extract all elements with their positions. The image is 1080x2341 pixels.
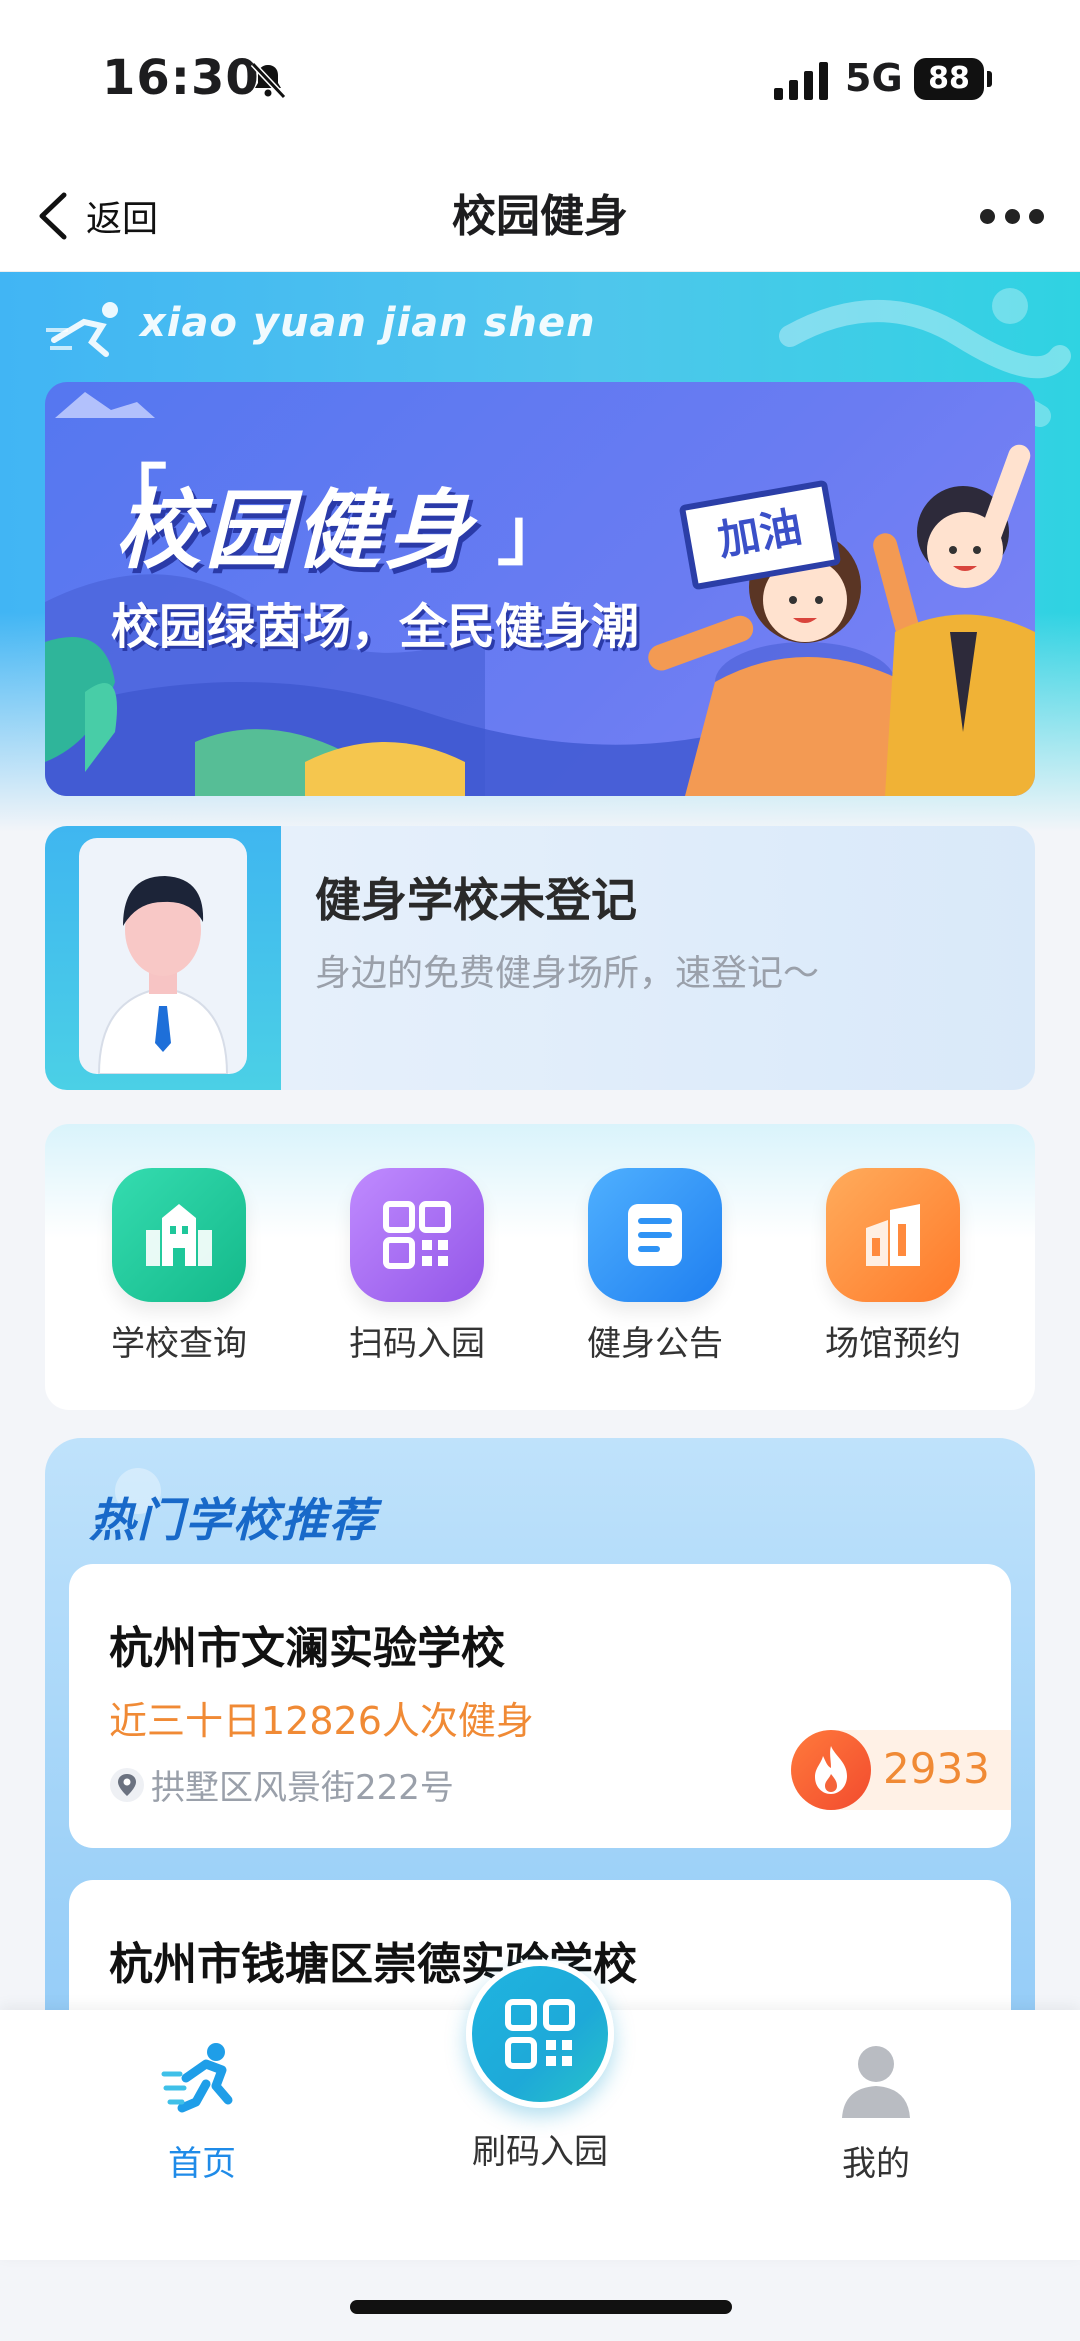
banner-quote-right: 」 bbox=[497, 493, 567, 575]
heat-badge: 2933 bbox=[791, 1730, 1011, 1810]
status-time: 16:30 bbox=[102, 50, 260, 106]
more-dot-icon bbox=[1029, 208, 1044, 224]
signal-icon bbox=[774, 62, 828, 100]
bell-muted-icon bbox=[250, 61, 287, 100]
register-subtitle: 身边的免费健身场所，速登记～ bbox=[315, 953, 820, 994]
quick-action-venue-booking[interactable]: 场馆预约 bbox=[793, 1168, 993, 1365]
avatar bbox=[79, 838, 247, 1074]
quick-actions-panel: 学校查询 扫码入园 健身公告 场馆预约 bbox=[45, 1124, 1035, 1410]
person-avatar-icon bbox=[97, 876, 229, 1074]
quick-action-scan-entry[interactable]: 扫码入园 bbox=[317, 1168, 517, 1365]
battery-tip bbox=[987, 71, 992, 87]
scan-entry-label: 刷码入园 bbox=[472, 2132, 608, 2172]
avatar-frame bbox=[45, 826, 281, 1090]
heat-count: 2933 bbox=[883, 1744, 990, 1793]
hero-banner[interactable]: 「 校园健身 」 校园绿茵场，全民健身潮 加油 bbox=[45, 382, 1035, 796]
location-pin-icon bbox=[110, 1767, 144, 1802]
runner-home-icon bbox=[161, 2043, 233, 2113]
tab-me[interactable]: 我的 bbox=[776, 2038, 976, 2185]
runner-logo-icon bbox=[46, 302, 118, 357]
banner-subtitle: 校园绿茵场，全民健身潮 bbox=[111, 599, 640, 655]
register-title: 健身学校未登记 bbox=[315, 873, 637, 927]
school-name: 杭州市文澜实验学校 bbox=[109, 1623, 505, 1674]
hot-schools-title: 热门学校推荐 bbox=[89, 1493, 377, 1547]
register-school-card[interactable]: 健身学校未登记 身边的免费健身场所，速登记～ bbox=[45, 826, 1035, 1090]
nav-bar: 返回 校园健身 bbox=[0, 160, 1080, 272]
school-building-icon bbox=[112, 1168, 246, 1302]
quick-action-label: 健身公告 bbox=[587, 1324, 723, 1364]
school-address: 拱墅区风景街222号 bbox=[109, 1760, 454, 1809]
school-card[interactable]: 杭州市文澜实验学校 近三十日12826人次健身 拱墅区风景街222号 2933 bbox=[69, 1564, 1011, 1848]
school-visit-stat: 近三十日12826人次健身 bbox=[109, 1699, 534, 1743]
network-type: 5G bbox=[845, 56, 903, 100]
more-dot-icon bbox=[980, 208, 995, 224]
flame-icon bbox=[791, 1730, 871, 1810]
brand-pinyin: xiao yuan jian shen bbox=[140, 300, 596, 346]
home-indicator bbox=[350, 2300, 732, 2314]
qr-code-icon bbox=[350, 1168, 484, 1302]
school-address-text: 拱墅区风景街222号 bbox=[151, 1768, 454, 1808]
tab-home-label: 首页 bbox=[168, 2144, 236, 2184]
quick-action-label: 学校查询 bbox=[111, 1324, 247, 1364]
tab-me-label: 我的 bbox=[842, 2144, 910, 2184]
venue-building-icon bbox=[826, 1168, 960, 1302]
quick-action-label: 扫码入园 bbox=[349, 1324, 485, 1364]
user-profile-icon bbox=[842, 2046, 910, 2118]
quick-action-notice[interactable]: 健身公告 bbox=[555, 1168, 755, 1365]
quick-action-label: 场馆预约 bbox=[825, 1324, 961, 1364]
more-menu-button[interactable] bbox=[980, 198, 1044, 234]
page-title: 校园健身 bbox=[452, 191, 628, 242]
quick-action-school-search[interactable]: 学校查询 bbox=[79, 1168, 279, 1365]
notice-document-icon bbox=[588, 1168, 722, 1302]
banner-title: 校园健身 bbox=[115, 481, 475, 581]
more-dot-icon bbox=[1004, 208, 1020, 224]
scan-entry-button[interactable] bbox=[466, 1960, 614, 2108]
qr-code-icon bbox=[505, 1999, 575, 2069]
status-bar: 16:30 5G 88 bbox=[0, 0, 1080, 160]
tab-home[interactable]: 首页 bbox=[102, 2038, 302, 2185]
battery-icon: 88 bbox=[914, 58, 984, 100]
